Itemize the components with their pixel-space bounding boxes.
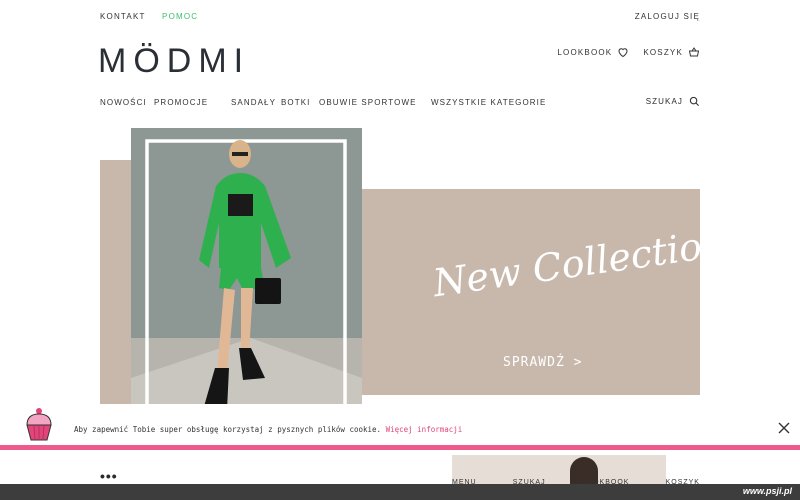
cookie-bar: Aby zapewnić Tobie super obsługę korzyst… [0,404,800,450]
nav-item-obuwie-sportowe[interactable]: OBUWIE SPORTOWE [319,98,417,107]
more-dots-icon[interactable]: ••• [100,468,118,484]
nav-item-promocje[interactable]: PROMOCJE [154,98,208,107]
top-bar-left: KONTAKT POMOC [100,6,210,24]
watermark-text: www.psji.pl [742,486,792,496]
lookbook-link[interactable]: LOOKBOOK [557,46,629,58]
model-photo-illustration [131,128,362,412]
banner-title: New Collection [430,220,729,306]
watermark-strip: www.psji.pl [0,484,800,500]
search-label: SZUKAJ [645,97,683,106]
cookie-message: Aby zapewnić Tobie super obsługę korzyst… [74,425,462,434]
nav-item-wszystkie-kategorie[interactable]: WSZYSTKIE KATEGORIE [431,98,546,107]
header-actions: LOOKBOOK KOSZYK [557,46,700,58]
check-button[interactable]: SPRAWDŹ > [503,355,582,370]
login-link[interactable]: ZALOGUJ SIĘ [635,12,700,21]
hero-photo[interactable] [131,128,362,412]
basket-icon [688,47,700,57]
close-icon[interactable] [778,422,790,434]
cookie-text: Aby zapewnić Tobie super obsługę korzyst… [74,425,382,434]
nav-item-nowosci[interactable]: NOWOŚCI [100,98,147,107]
help-link[interactable]: POMOC [162,12,198,21]
heart-icon [618,48,628,58]
lookbook-label: LOOKBOOK [557,47,613,57]
search-icon [689,96,700,107]
contact-link[interactable]: KONTAKT [100,12,146,21]
top-bar: KONTAKT POMOC ZALOGUJ SIĘ [100,9,700,21]
nav-item-sandaly[interactable]: SANDAŁY [231,98,276,107]
search-button[interactable]: SZUKAJ [646,96,700,107]
brand-logo[interactable]: MÖDMI [98,44,250,78]
main-nav: NOWOŚCI PROMOCJE SANDAŁY BOTKI OBUWIE SP… [100,96,700,108]
nav-item-botki[interactable]: BOTKI [281,98,311,107]
top-bar-right: ZALOGUJ SIĘ [635,6,700,24]
new-collection-banner[interactable]: New Collection SPRAWDŹ > [362,189,729,395]
cookie-more-link[interactable]: Więcej informacji [386,425,463,434]
cupcake-icon [26,408,52,441]
cart-label: KOSZYK [643,47,683,57]
cart-link[interactable]: KOSZYK [643,46,700,58]
hero-backdrop [100,160,132,412]
